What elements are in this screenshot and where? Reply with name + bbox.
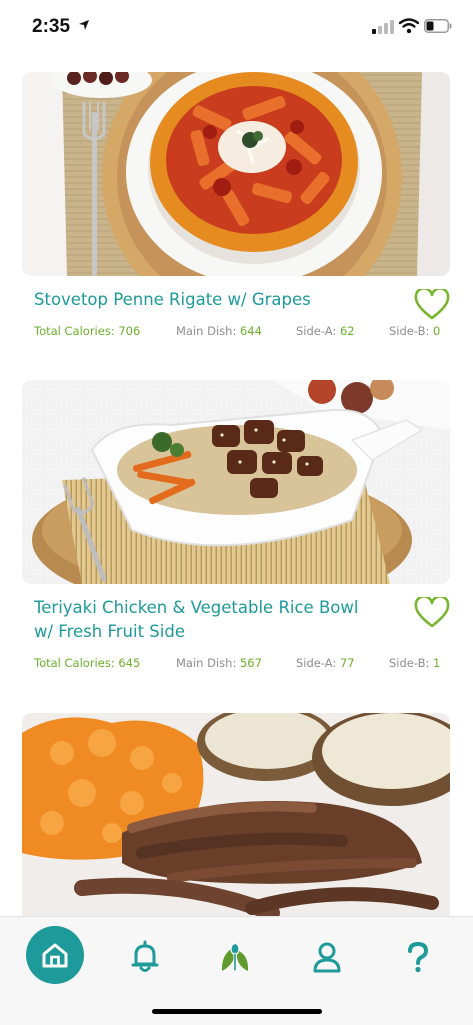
recipe-title[interactable]: Teriyaki Chicken & Vegetable Rice Bowl w… — [34, 596, 374, 644]
calorie-stats: Total Calories: 645 Main Dish: 567 Side-… — [0, 656, 473, 672]
recipe-title[interactable]: Stovetop Penne Rigate w/ Grapes — [34, 288, 374, 312]
recipe-feed[interactable]: Stovetop Penne Rigate w/ Grapes Total Ca… — [0, 56, 473, 916]
side-b-label: Side-B: — [389, 324, 430, 338]
tab-meals[interactable] — [205, 927, 265, 987]
calorie-stats: Total Calories: 706 Main Dish: 644 Side-… — [0, 324, 473, 340]
main-dish-label: Main Dish: — [176, 324, 237, 338]
leaf-spoon-icon — [221, 942, 249, 972]
wifi-icon — [399, 18, 419, 34]
side-a-value: 77 — [339, 656, 355, 670]
favorite-heart-icon[interactable] — [414, 289, 450, 321]
side-b-value: 0 — [433, 324, 441, 338]
tab-home[interactable] — [26, 926, 84, 984]
main-dish-calories: Main Dish: 644 — [176, 324, 262, 338]
side-a-label: Side-A: — [296, 656, 337, 670]
side-a-value: 62 — [339, 324, 355, 338]
side-a-calories: Side-A: 62 — [296, 324, 355, 338]
main-dish-label: Main Dish: — [176, 656, 237, 670]
tab-help[interactable] — [388, 927, 448, 987]
main-dish-calories: Main Dish: 567 — [176, 656, 262, 670]
total-calories: Total Calories: 706 — [34, 324, 141, 338]
home-icon — [42, 943, 68, 968]
tab-profile[interactable] — [297, 927, 357, 987]
recipe-image[interactable] — [22, 380, 450, 584]
status-bar: 2:35 — [0, 0, 473, 56]
question-icon — [408, 941, 429, 973]
side-b-calories: Side-B: 1 — [389, 656, 440, 670]
recipe-image[interactable] — [22, 72, 450, 276]
favorite-heart-icon[interactable] — [414, 597, 450, 629]
home-indicator[interactable] — [152, 1009, 322, 1014]
main-dish-value: 644 — [239, 324, 262, 338]
side-b-label: Side-B: — [389, 656, 430, 670]
side-a-label: Side-A: — [296, 324, 337, 338]
status-time: 2:35 — [32, 16, 71, 37]
steak-with-sweet-potato-illustration — [22, 713, 450, 916]
location-arrow-icon — [79, 20, 89, 30]
person-icon — [313, 942, 341, 973]
side-b-value: 1 — [433, 656, 441, 670]
bell-icon — [131, 940, 159, 972]
main-dish-value: 567 — [239, 656, 262, 670]
recipe-image[interactable] — [22, 713, 450, 916]
total-calories: Total Calories: 645 — [34, 656, 141, 670]
side-b-calories: Side-B: 0 — [389, 324, 440, 338]
battery-icon — [424, 19, 452, 33]
bottom-tab-bar — [0, 916, 473, 1025]
cellular-signal-icon — [372, 20, 394, 34]
penne-pasta-bowl-illustration — [22, 72, 450, 276]
teriyaki-rice-bowl-illustration — [22, 380, 450, 584]
side-a-calories: Side-A: 77 — [296, 656, 355, 670]
tab-notifications[interactable] — [115, 927, 175, 987]
